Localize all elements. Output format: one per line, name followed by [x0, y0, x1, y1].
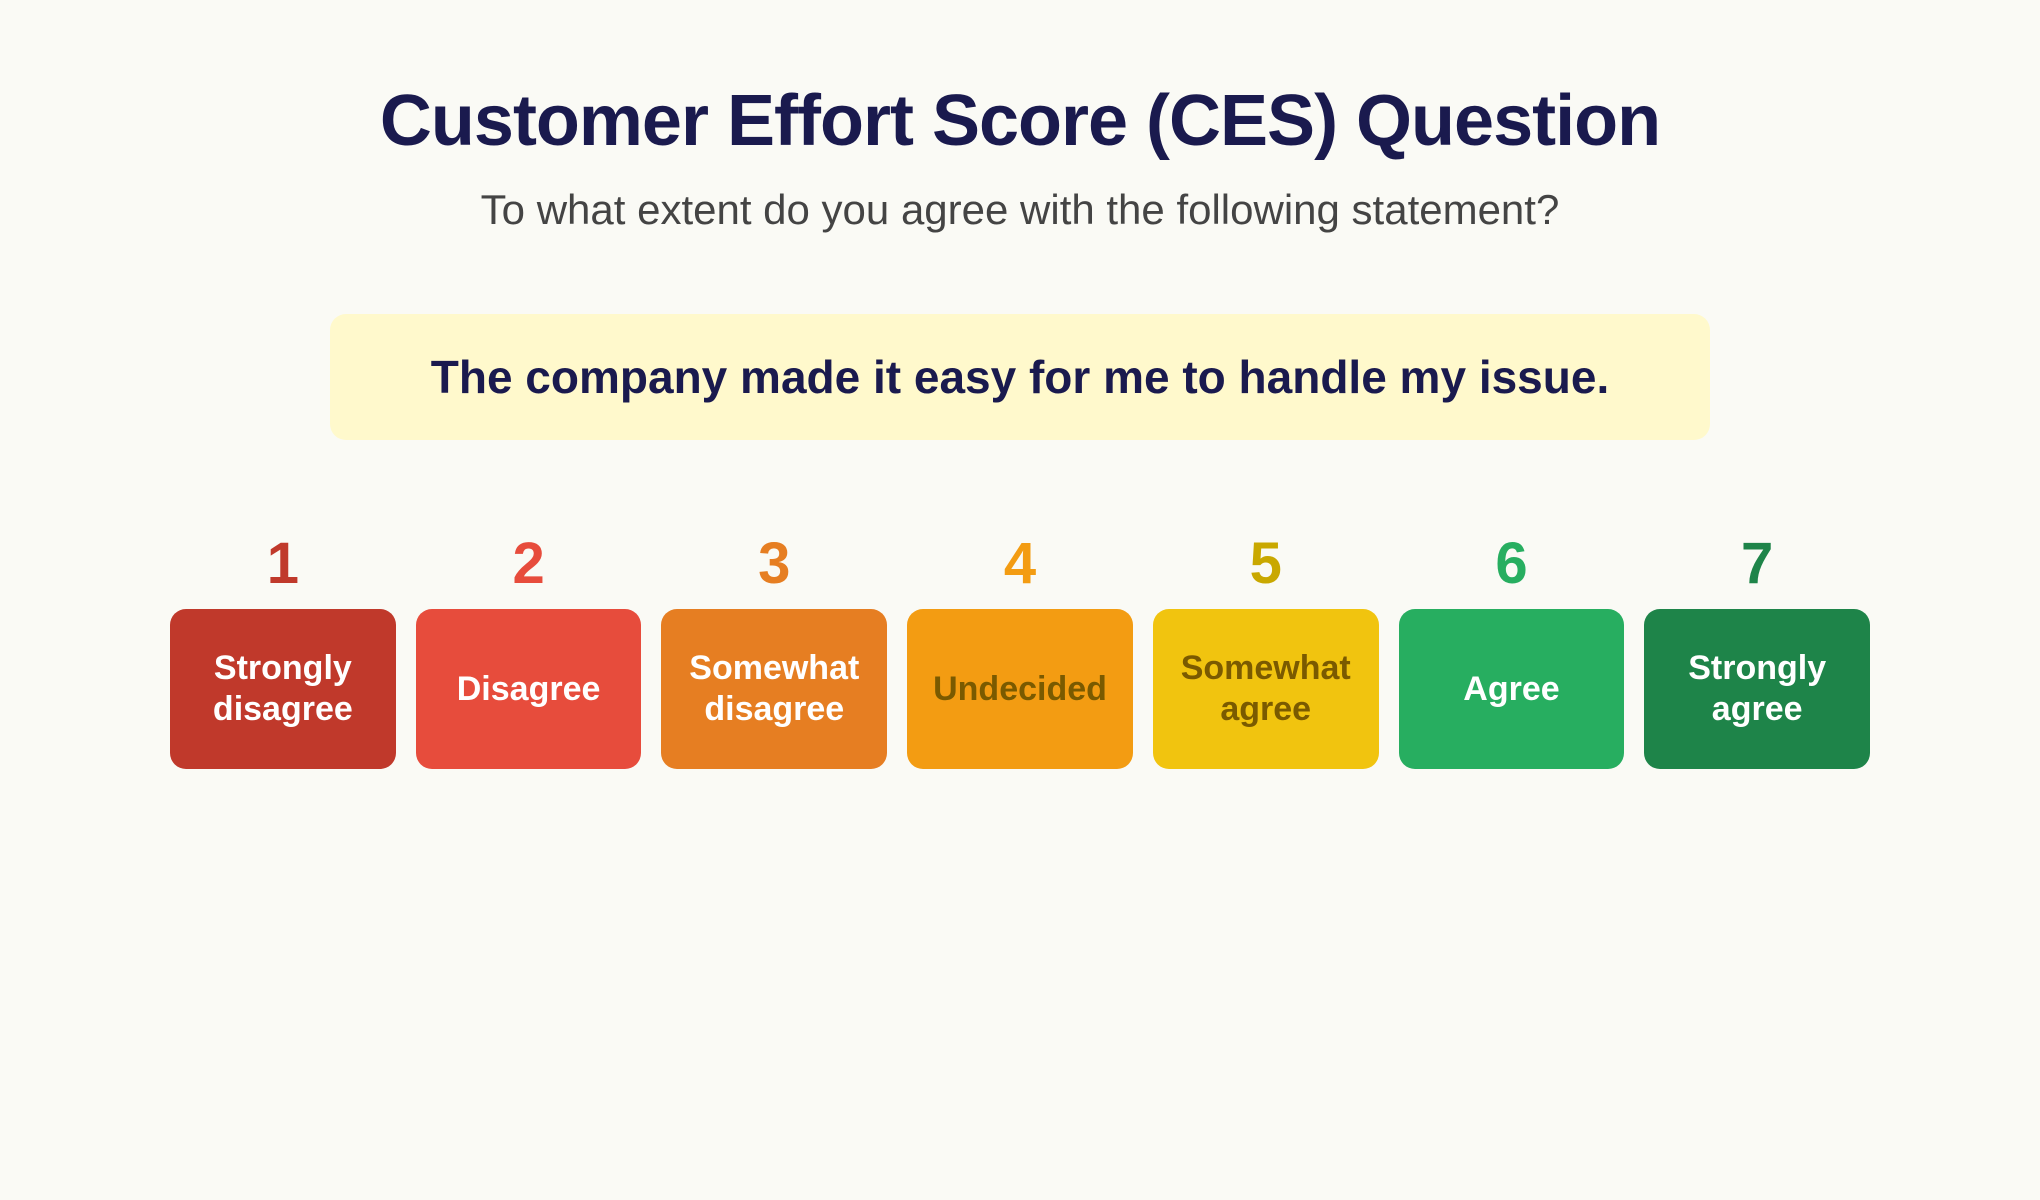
scale-item-6: 6 Agree	[1399, 530, 1625, 769]
scale-button-6[interactable]: Agree	[1399, 609, 1625, 769]
page-subtitle: To what extent do you agree with the fol…	[481, 186, 1560, 234]
scale-number-5: 5	[1250, 530, 1282, 597]
scale-item-4: 4 Undecided	[907, 530, 1133, 769]
statement-box: The company made it easy for me to handl…	[330, 314, 1710, 440]
page-title: Customer Effort Score (CES) Question	[380, 80, 1660, 162]
statement-text: The company made it easy for me to handl…	[431, 351, 1609, 403]
scale-button-4[interactable]: Undecided	[907, 609, 1133, 769]
scale-item-2: 2 Disagree	[416, 530, 642, 769]
scale-item-3: 3 Somewhat disagree	[661, 530, 887, 769]
scale-button-7[interactable]: Strongly agree	[1644, 609, 1870, 769]
scale-button-2[interactable]: Disagree	[416, 609, 642, 769]
scale-container: 1 Strongly disagree 2 Disagree 3 Somewhat dis…	[170, 530, 1870, 769]
scale-item-7: 7 Strongly agree	[1644, 530, 1870, 769]
scale-number-4: 4	[1004, 530, 1036, 597]
scale-item-5: 5 Somewhat agree	[1153, 530, 1379, 769]
scale-item-1: 1 Strongly disagree	[170, 530, 396, 769]
scale-number-3: 3	[758, 530, 790, 597]
scale-number-1: 1	[267, 530, 299, 597]
scale-number-6: 6	[1495, 530, 1527, 597]
scale-button-1[interactable]: Strongly disagree	[170, 609, 396, 769]
scale-number-7: 7	[1741, 530, 1773, 597]
scale-button-3[interactable]: Somewhat disagree	[661, 609, 887, 769]
scale-button-5[interactable]: Somewhat agree	[1153, 609, 1379, 769]
scale-number-2: 2	[512, 530, 544, 597]
